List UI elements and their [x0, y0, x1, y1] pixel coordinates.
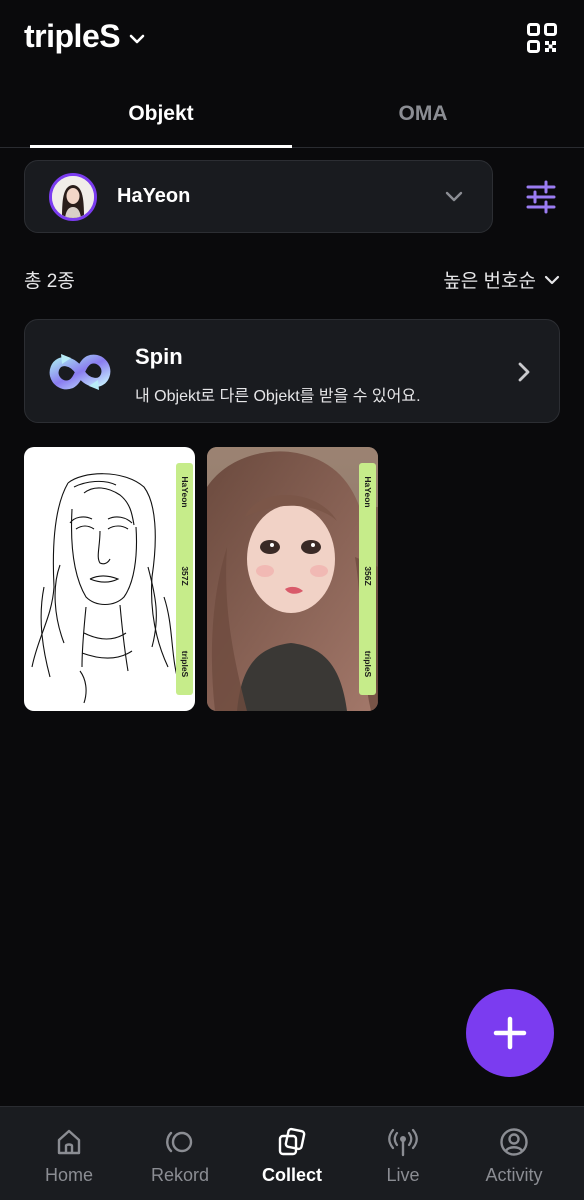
nav-label: Rekord: [150, 1165, 210, 1185]
nav-label: Activity: [485, 1165, 543, 1185]
sort-label: 높은 번호순: [443, 271, 536, 292]
nav-label: Home: [44, 1165, 93, 1185]
plus-icon: [493, 1016, 527, 1050]
sliders-filter-icon[interactable]: [522, 178, 560, 216]
collect-icon: [278, 1127, 306, 1156]
objekt-serial: 356Z: [362, 566, 373, 586]
objekt-member: HaYeon: [362, 476, 373, 508]
objekt-card[interactable]: HaYeon 357Z tripleS: [24, 447, 195, 711]
spin-banner[interactable]: Spin 내 Objekt로 다른 Objekt를 받을 수 있어요.: [24, 319, 560, 423]
profile-icon: [500, 1128, 528, 1156]
qr-code-icon[interactable]: [526, 22, 558, 54]
tab-oma[interactable]: OMA: [292, 88, 554, 148]
chevron-down-icon: [544, 275, 560, 284]
app-header: tripleS: [0, 0, 584, 80]
nav-home[interactable]: Home: [11, 1107, 127, 1200]
tab-objekt[interactable]: Objekt: [30, 88, 292, 148]
member-name: HaYeon: [117, 185, 191, 207]
spin-description: 내 Objekt로 다른 Objekt를 받을 수 있어요.: [135, 388, 421, 405]
tab-bar: Objekt OMA: [0, 88, 584, 148]
nav-label: Collect: [261, 1165, 322, 1185]
total-count: 총 2종: [24, 271, 75, 292]
objekt-group: tripleS: [362, 650, 373, 678]
nav-rekord[interactable]: Rekord: [122, 1107, 238, 1200]
objekt-group: tripleS: [179, 650, 190, 678]
objekt-sketch-image: [31, 473, 181, 704]
sort-dropdown[interactable]: 높은 번호순: [443, 266, 560, 293]
collection-summary: 총 2종 높은 번호순: [24, 262, 560, 292]
group-switcher[interactable]: tripleS: [24, 18, 146, 55]
active-tab-indicator: [30, 145, 292, 148]
objekt-member: HaYeon: [179, 476, 190, 508]
nav-label: Live: [386, 1165, 420, 1185]
member-selector[interactable]: HaYeon: [24, 160, 493, 233]
home-icon: [57, 1129, 81, 1155]
member-avatar: [49, 173, 97, 221]
add-button[interactable]: [466, 989, 554, 1077]
nav-collect[interactable]: Collect: [234, 1107, 350, 1200]
bottom-navigation: Home Rekord Collect Live Activity: [0, 1106, 584, 1200]
objekt-photo-image: [207, 447, 378, 711]
chevron-right-icon: [518, 362, 530, 382]
objekt-serial: 357Z: [179, 566, 190, 586]
group-title: tripleS: [24, 18, 121, 54]
live-broadcast-icon: [388, 1128, 418, 1157]
rekord-icon: [166, 1131, 193, 1153]
chevron-down-icon: [445, 191, 463, 202]
nav-activity[interactable]: Activity: [456, 1107, 572, 1200]
nav-live[interactable]: Live: [345, 1107, 461, 1200]
objekt-card[interactable]: HaYeon 356Z tripleS: [207, 447, 378, 711]
spin-title: Spin: [135, 344, 183, 369]
chevron-down-icon: [129, 34, 145, 43]
objekt-info-strip: HaYeon 356Z tripleS: [359, 463, 376, 695]
spin-loop-icon: [49, 354, 111, 390]
objekt-info-strip: HaYeon 357Z tripleS: [176, 463, 193, 695]
